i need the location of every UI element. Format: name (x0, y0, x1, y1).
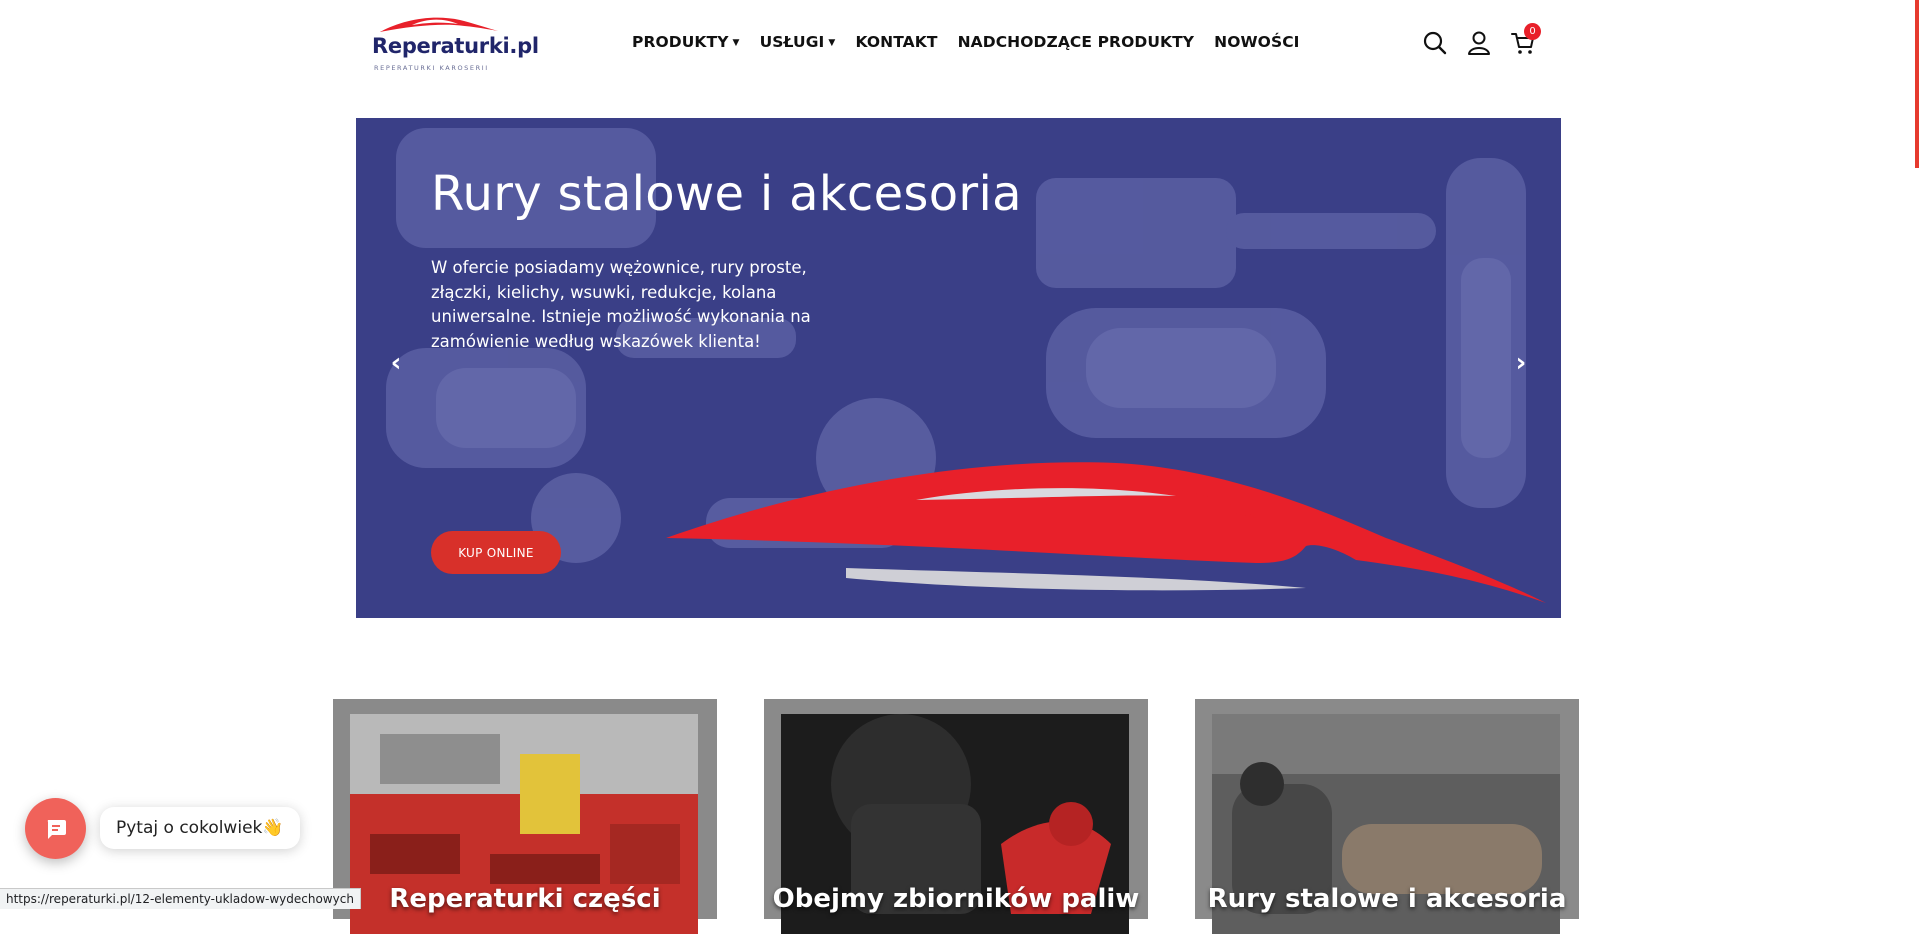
hero-slider: Rury stalowe i akcesoria W ofercie posia… (356, 118, 1561, 618)
nav-item-produkty[interactable]: PRODUKTY ▼ (632, 33, 740, 51)
nav-item-label: NOWOŚCI (1214, 33, 1300, 51)
nav-item-label: NADCHODZĄCE PRODUKTY (957, 33, 1195, 51)
logo-car-icon (380, 17, 498, 32)
buy-online-button[interactable]: KUP ONLINE (431, 531, 561, 574)
main-nav: PRODUKTY ▼ USŁUGI ▼ KONTAKT NADCHODZĄCE … (632, 33, 1320, 51)
category-card[interactable]: Rury stalowe i akcesoria (1195, 699, 1579, 934)
nav-item-label: KONTAKT (855, 33, 938, 51)
slider-next-arrow-icon[interactable]: › (1509, 348, 1533, 378)
nav-item-kontakt[interactable]: KONTAKT (855, 33, 937, 51)
nav-item-nadchodzace[interactable]: NADCHODZĄCE PRODUKTY (958, 33, 1195, 51)
search-icon[interactable] (1422, 30, 1448, 56)
nav-item-uslugi[interactable]: USŁUGI ▼ (760, 33, 836, 51)
category-title: Reperaturki części (389, 884, 661, 914)
category-card[interactable]: Reperaturki części (333, 699, 717, 934)
hero-description: W ofercie posiadamy wężownice, rury pros… (431, 258, 811, 351)
category-card[interactable]: Obejmy zbiorników paliw (764, 699, 1148, 934)
chat-launcher-button[interactable] (25, 798, 86, 859)
chevron-down-icon: ▼ (828, 38, 836, 48)
slider-prev-arrow-icon[interactable]: ‹ (384, 348, 408, 378)
nav-item-nowosci[interactable]: NOWOŚCI (1214, 33, 1299, 51)
logo-subtitle: REPERATURKI KAROSERII (374, 64, 489, 72)
logo-text: Reperaturki.pl (372, 34, 539, 58)
status-bar-url: https://reperaturki.pl/12-elementy-uklad… (0, 888, 361, 909)
nav-item-label: USŁUGI (759, 33, 825, 51)
cart-count-badge: 0 (1524, 23, 1541, 40)
hero-title: Rury stalowe i akcesoria (431, 166, 1022, 222)
category-title: Rury stalowe i akcesoria (1207, 884, 1567, 914)
category-title: Obejmy zbiorników paliw (772, 884, 1140, 914)
scroll-indicator[interactable] (1915, 0, 1919, 168)
chat-prompt-bubble[interactable]: Pytaj o cokolwiek👋 (100, 807, 300, 849)
site-logo[interactable]: Reperaturki.pl REPERATURKI KAROSERII (372, 12, 547, 72)
nav-item-label: PRODUKTY (632, 33, 729, 51)
user-icon[interactable] (1466, 30, 1492, 56)
chevron-down-icon: ▼ (732, 38, 740, 48)
chat-icon (47, 819, 66, 839)
